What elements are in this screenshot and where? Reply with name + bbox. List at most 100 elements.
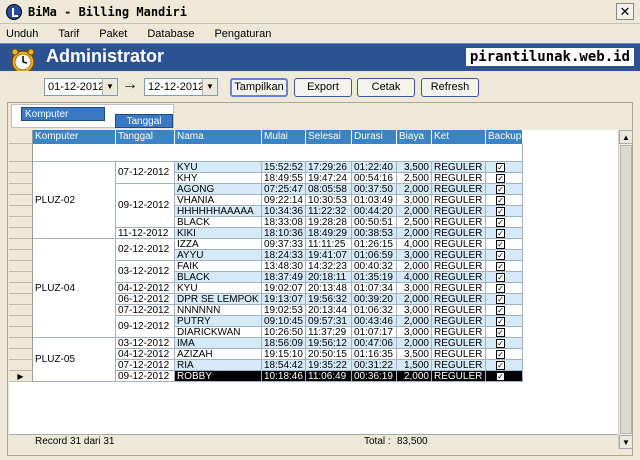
menu-database[interactable]: Database xyxy=(147,28,194,40)
cell-selesai: 11:11:25 xyxy=(306,239,352,250)
backup-checkbox[interactable]: ✓ xyxy=(496,339,505,348)
menu-unduh[interactable]: Unduh xyxy=(6,28,38,40)
menu-paket[interactable]: Paket xyxy=(99,28,127,40)
row-indicator[interactable] xyxy=(9,250,33,261)
cell-selesai: 20:13:44 xyxy=(306,305,352,316)
row-indicator[interactable] xyxy=(9,360,33,371)
column-header-komputer[interactable]: Komputer xyxy=(33,130,116,144)
cell-backup: ✓ xyxy=(486,316,523,327)
cell-selesai: 11:06:49 xyxy=(306,371,352,382)
scroll-down-icon[interactable]: ▼ xyxy=(619,435,633,449)
cell-ket: REGULER xyxy=(432,360,486,371)
menu-pengaturan[interactable]: Pengaturan xyxy=(214,28,271,40)
backup-checkbox[interactable]: ✓ xyxy=(496,328,505,337)
menu-tarif[interactable]: Tarif xyxy=(58,28,79,40)
cell-backup: ✓ xyxy=(486,283,523,294)
backup-checkbox[interactable]: ✓ xyxy=(496,174,505,183)
backup-checkbox[interactable]: ✓ xyxy=(496,251,505,260)
cell-biaya: 2,000 xyxy=(397,316,432,327)
backup-checkbox[interactable]: ✓ xyxy=(496,361,505,370)
backup-checkbox[interactable]: ✓ xyxy=(496,306,505,315)
column-header-durasi[interactable]: Durasi xyxy=(352,130,397,144)
backup-checkbox[interactable]: ✓ xyxy=(496,295,505,304)
backup-checkbox[interactable]: ✓ xyxy=(496,273,505,282)
row-indicator[interactable] xyxy=(9,316,33,327)
backup-checkbox[interactable]: ✓ xyxy=(496,185,505,194)
vertical-scrollbar[interactable]: ▲ ▼ xyxy=(618,130,633,449)
cell-backup: ✓ xyxy=(486,239,523,250)
cell-nama: KYU xyxy=(175,162,262,173)
backup-checkbox[interactable]: ✓ xyxy=(496,240,505,249)
cell-durasi: 01:06:32 xyxy=(352,305,397,316)
cell-ket: REGULER xyxy=(432,327,486,338)
row-indicator[interactable] xyxy=(9,162,33,173)
row-indicator[interactable] xyxy=(9,305,33,316)
cell-ket: REGULER xyxy=(432,283,486,294)
row-indicator[interactable] xyxy=(9,261,33,272)
row-indicator[interactable] xyxy=(9,217,33,228)
billing-grid[interactable]: Komputer Tanggal Nama Mulai Selesai Durasi Bia… xyxy=(9,130,618,434)
backup-checkbox[interactable]: ✓ xyxy=(496,207,505,216)
column-header-ket[interactable]: Ket xyxy=(432,130,486,144)
export-button[interactable]: Export xyxy=(294,78,352,97)
cetak-button[interactable]: Cetak xyxy=(357,78,415,97)
page-title: Administrator xyxy=(46,46,165,66)
backup-checkbox[interactable]: ✓ xyxy=(496,262,505,271)
group-chip-komputer[interactable]: Komputer xyxy=(21,107,105,121)
backup-checkbox[interactable]: ✓ xyxy=(496,218,505,227)
cell-mulai: 07:25:47 xyxy=(262,184,306,195)
date-to-picker[interactable]: 12-12-2012 ▼ xyxy=(144,78,218,96)
scroll-up-icon[interactable]: ▲ xyxy=(619,130,633,144)
column-header-nama[interactable]: Nama xyxy=(175,130,262,144)
column-header-backup[interactable]: Backup xyxy=(486,130,523,144)
row-indicator[interactable] xyxy=(9,206,33,217)
backup-checkbox[interactable]: ✓ xyxy=(496,350,505,359)
backup-checkbox[interactable]: ✓ xyxy=(496,196,505,205)
date-from-picker[interactable]: 01-12-2012 ▼ xyxy=(44,78,118,96)
cell-ket: REGULER xyxy=(432,195,486,206)
refresh-button[interactable]: Refresh xyxy=(421,78,479,97)
backup-checkbox[interactable]: ✓ xyxy=(496,229,505,238)
cell-nama: IMA xyxy=(175,338,262,349)
row-indicator[interactable] xyxy=(9,294,33,305)
row-indicator[interactable] xyxy=(9,184,33,195)
row-indicator[interactable] xyxy=(9,195,33,206)
row-indicator[interactable] xyxy=(9,349,33,360)
cell-backup: ✓ xyxy=(486,228,523,239)
group-komputer: PLUZ-02 xyxy=(33,162,116,239)
column-header-selesai[interactable]: Selesai xyxy=(306,130,352,144)
row-indicator[interactable] xyxy=(9,283,33,294)
row-indicator[interactable] xyxy=(9,327,33,338)
row-indicator[interactable] xyxy=(9,239,33,250)
group-tanggal: 09-12-2012 xyxy=(116,184,175,228)
cell-ket: REGULER xyxy=(432,250,486,261)
cell-biaya: 2,000 xyxy=(397,261,432,272)
column-header-tanggal[interactable]: Tanggal xyxy=(116,130,175,144)
chevron-down-icon[interactable]: ▼ xyxy=(102,79,117,95)
cell-backup: ✓ xyxy=(486,360,523,371)
cell-ket: REGULER xyxy=(432,338,486,349)
cell-biaya: 3,000 xyxy=(397,327,432,338)
tampilkan-button[interactable]: Tampilkan xyxy=(230,78,288,97)
column-header-biaya[interactable]: Biaya xyxy=(397,130,432,144)
current-row-pointer-icon[interactable]: ▶ xyxy=(9,371,33,382)
row-indicator[interactable] xyxy=(9,228,33,239)
close-button[interactable]: ✕ xyxy=(616,3,634,20)
chevron-down-icon[interactable]: ▼ xyxy=(202,79,217,95)
cell-mulai: 19:02:53 xyxy=(262,305,306,316)
group-chip-tanggal[interactable]: Tanggal xyxy=(115,114,173,128)
row-indicator[interactable] xyxy=(9,338,33,349)
row-indicator[interactable] xyxy=(9,173,33,184)
cell-biaya: 2,000 xyxy=(397,371,432,382)
cell-mulai: 19:15:10 xyxy=(262,349,306,360)
row-indicator[interactable] xyxy=(9,272,33,283)
cell-durasi: 01:07:34 xyxy=(352,283,397,294)
backup-checkbox[interactable]: ✓ xyxy=(496,372,505,381)
backup-checkbox[interactable]: ✓ xyxy=(496,317,505,326)
backup-checkbox[interactable]: ✓ xyxy=(496,284,505,293)
backup-checkbox[interactable]: ✓ xyxy=(496,163,505,172)
group-tanggal: 11-12-2012 xyxy=(116,228,175,239)
scroll-thumb[interactable] xyxy=(620,145,632,434)
cell-biaya: 1,500 xyxy=(397,360,432,371)
column-header-mulai[interactable]: Mulai xyxy=(262,130,306,144)
